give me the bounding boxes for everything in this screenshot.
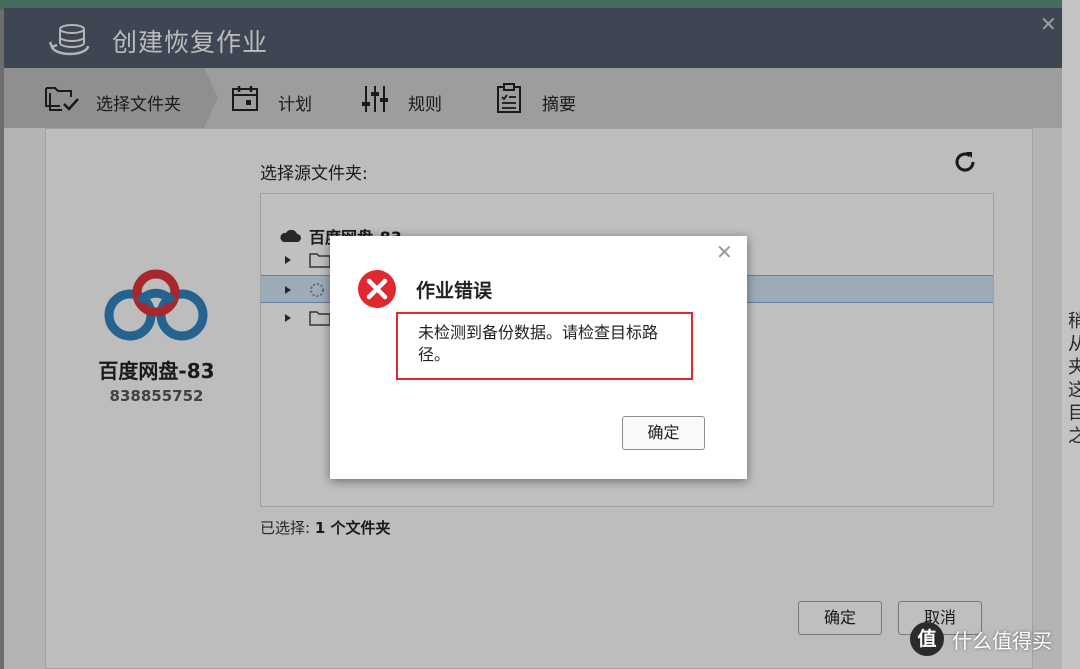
watermark-text: 什么值得买 (952, 628, 1052, 653)
error-message-highlight: 未检测到备份数据。请检查目标路径。 (396, 312, 693, 380)
watermark-logo: 值 (910, 622, 944, 656)
watermark: 值 什么值得买 (910, 622, 1052, 656)
dialog-title: 作业错误 (416, 280, 493, 302)
error-dialog: ✕ 作业错误 未检测到备份数据。请检查目标路径。 确定 (330, 236, 747, 479)
error-x-icon (358, 270, 396, 308)
error-message: 未检测到备份数据。请检查目标路径。 (418, 323, 659, 364)
dialog-close-button[interactable]: ✕ (716, 240, 733, 264)
dialog-ok-button[interactable]: 确定 (622, 416, 705, 450)
